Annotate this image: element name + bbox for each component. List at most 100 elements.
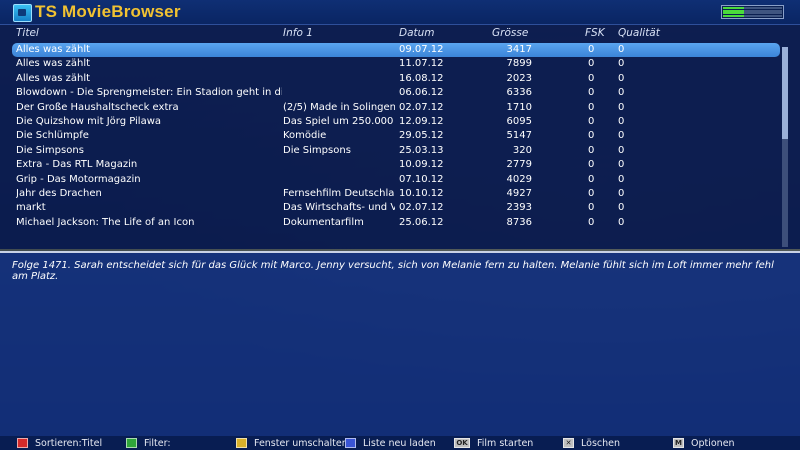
- movie-date: 06.06.12: [399, 87, 444, 99]
- movie-size: 8736: [506, 216, 532, 228]
- movie-title: Die Schlümpfe: [16, 130, 89, 142]
- movie-browser-window: TS MovieBrowser Titel Info 1 Datum Gröss…: [0, 0, 800, 450]
- table-row[interactable]: Extra - Das RTL Magazin 10.09.12 2779 0 0: [12, 158, 780, 172]
- movie-size: 2393: [506, 202, 532, 214]
- movie-fsk: 0: [588, 216, 595, 228]
- footer-key-red[interactable]: Sortieren:Titel: [17, 437, 102, 449]
- movie-date: 02.07.12: [399, 202, 444, 214]
- blue-button-icon: [345, 438, 356, 448]
- table-row[interactable]: Jahr des Drachen Fernsehfilm Deutschland 1…: [12, 187, 780, 201]
- movie-info: Dokumentarfilm: [283, 216, 364, 228]
- movie-title: Jahr des Drachen: [16, 188, 102, 199]
- movie-title: Alles was zählt: [16, 44, 91, 55]
- movie-size: 5147: [506, 130, 532, 142]
- column-quality[interactable]: Qualität: [618, 27, 660, 39]
- table-row[interactable]: Die Quizshow mit Jörg Pilawa Das Spiel um…: [12, 115, 780, 129]
- movie-fsk: 0: [588, 72, 595, 84]
- footer-key-label: Filter:: [144, 437, 171, 449]
- movie-title: Die Simpsons: [16, 144, 84, 156]
- movie-fsk: 0: [588, 44, 595, 55]
- movie-size: 4927: [506, 188, 532, 199]
- column-size[interactable]: Grösse: [492, 27, 528, 39]
- movie-quality: 0: [618, 144, 625, 156]
- movie-date: 10.09.12: [399, 159, 444, 171]
- movie-quality: 0: [618, 130, 625, 142]
- red-button-icon: [17, 438, 28, 448]
- footer-key-label: Liste neu laden: [363, 437, 436, 449]
- table-row[interactable]: Grip - Das Motormagazin 07.10.12 4029 0 0: [12, 173, 780, 187]
- movie-size: 1710: [506, 101, 532, 113]
- signal-bar: [723, 14, 744, 17]
- table-row[interactable]: Blowdown - Die Sprengmeister: Ein Stadio…: [12, 86, 780, 100]
- movie-title: Alles was zählt: [16, 72, 91, 84]
- movie-info: Das Spiel um 250.000 E: [283, 116, 395, 127]
- table-row[interactable]: Die Simpsons Die Simpsons 25.03.13 320 0 0: [12, 144, 780, 158]
- movie-info: Die Simpsons: [283, 144, 351, 156]
- movie-quality: 0: [618, 173, 625, 185]
- footer-key-ok[interactable]: OK Film starten: [454, 437, 533, 449]
- movie-quality: 0: [618, 188, 625, 199]
- movie-title: Alles was zählt: [16, 58, 91, 70]
- table-row[interactable]: Alles was zählt 09.07.12 3417 0 0: [12, 43, 780, 57]
- table-row[interactable]: Die Schlümpfe Komödie 29.05.12 5147 0 0: [12, 129, 780, 143]
- scrollbar-thumb[interactable]: [782, 47, 788, 139]
- movie-quality: 0: [618, 216, 625, 228]
- movie-title: Blowdown - Die Sprengmeister: Ein Stadio…: [16, 87, 282, 99]
- movie-date: 25.03.13: [399, 144, 444, 156]
- column-title[interactable]: Titel: [16, 27, 39, 39]
- menu-button-icon: M: [673, 438, 684, 448]
- column-fsk[interactable]: FSK: [585, 27, 605, 39]
- footer-key-label: Löschen: [581, 437, 620, 449]
- movie-size: 2023: [506, 72, 532, 84]
- footer-key-yellow[interactable]: Fenster umschalten: [236, 437, 348, 449]
- table-row[interactable]: markt Das Wirtschafts- und Ve 02.07.12 2393…: [12, 201, 780, 215]
- movie-title: Michael Jackson: The Life of an Icon: [16, 216, 195, 228]
- movie-quality: 0: [618, 87, 625, 99]
- footer-key-blue[interactable]: Liste neu laden: [345, 437, 436, 449]
- movie-size: 7899: [506, 58, 532, 70]
- movie-fsk: 0: [588, 101, 595, 113]
- table-row[interactable]: Alles was zählt 16.08.12 2023 0 0: [12, 72, 780, 86]
- movie-size: 6095: [506, 116, 532, 127]
- movie-fsk: 0: [588, 144, 595, 156]
- movie-fsk: 0: [588, 188, 595, 199]
- column-header: Titel Info 1 Datum Grösse FSK Qualität: [0, 25, 800, 41]
- footer-key-label: Sortieren:Titel: [35, 437, 103, 449]
- movie-size: 2779: [506, 159, 532, 171]
- column-date[interactable]: Datum: [399, 27, 435, 39]
- table-row[interactable]: Alles was zählt 11.07.12 7899 0 0: [12, 57, 780, 71]
- movie-fsk: 0: [588, 58, 595, 70]
- movie-fsk: 0: [588, 116, 595, 127]
- delete-button-icon: ✕: [563, 438, 574, 448]
- yellow-button-icon: [236, 438, 247, 448]
- movie-description: Folge 1471. Sarah entscheidet sich für d…: [12, 260, 774, 282]
- movie-fsk: 0: [588, 159, 595, 171]
- footer-key-green[interactable]: Filter:: [126, 437, 171, 449]
- movie-date: 10.10.12: [399, 188, 444, 199]
- green-button-icon: [126, 438, 137, 448]
- movie-size: 6336: [506, 87, 532, 99]
- movie-date: 29.05.12: [399, 130, 444, 142]
- movie-date: 16.08.12: [399, 72, 444, 84]
- movie-list[interactable]: Titel Info 1 Datum Grösse FSK Qualität A…: [0, 25, 800, 249]
- movie-fsk: 0: [588, 130, 595, 142]
- movie-title: Die Quizshow mit Jörg Pilawa: [16, 116, 162, 127]
- movie-quality: 0: [618, 44, 625, 55]
- column-info1[interactable]: Info 1: [283, 27, 313, 39]
- table-row[interactable]: Der Große Haushaltscheck extra (2/5) Made…: [12, 101, 780, 115]
- movie-quality: 0: [618, 101, 625, 113]
- footer-key-menu[interactable]: M Optionen: [673, 437, 735, 449]
- movie-quality: 0: [618, 202, 625, 214]
- movie-date: 09.07.12: [399, 44, 444, 55]
- table-row[interactable]: Michael Jackson: The Life of an Icon Doku…: [12, 216, 780, 230]
- movie-info: Komödie: [283, 130, 327, 142]
- folder-icon: [13, 4, 32, 22]
- list-scrollbar[interactable]: [782, 47, 788, 247]
- movie-size: 320: [512, 144, 532, 156]
- footer-key-delete[interactable]: ✕ Löschen: [563, 437, 620, 449]
- footer-key-label: Film starten: [477, 437, 534, 449]
- movie-date: 11.07.12: [399, 58, 444, 70]
- movie-title: Grip - Das Motormagazin: [16, 173, 141, 185]
- movie-info: Das Wirtschafts- und Ve: [283, 202, 395, 214]
- movie-date: 12.09.12: [399, 116, 444, 127]
